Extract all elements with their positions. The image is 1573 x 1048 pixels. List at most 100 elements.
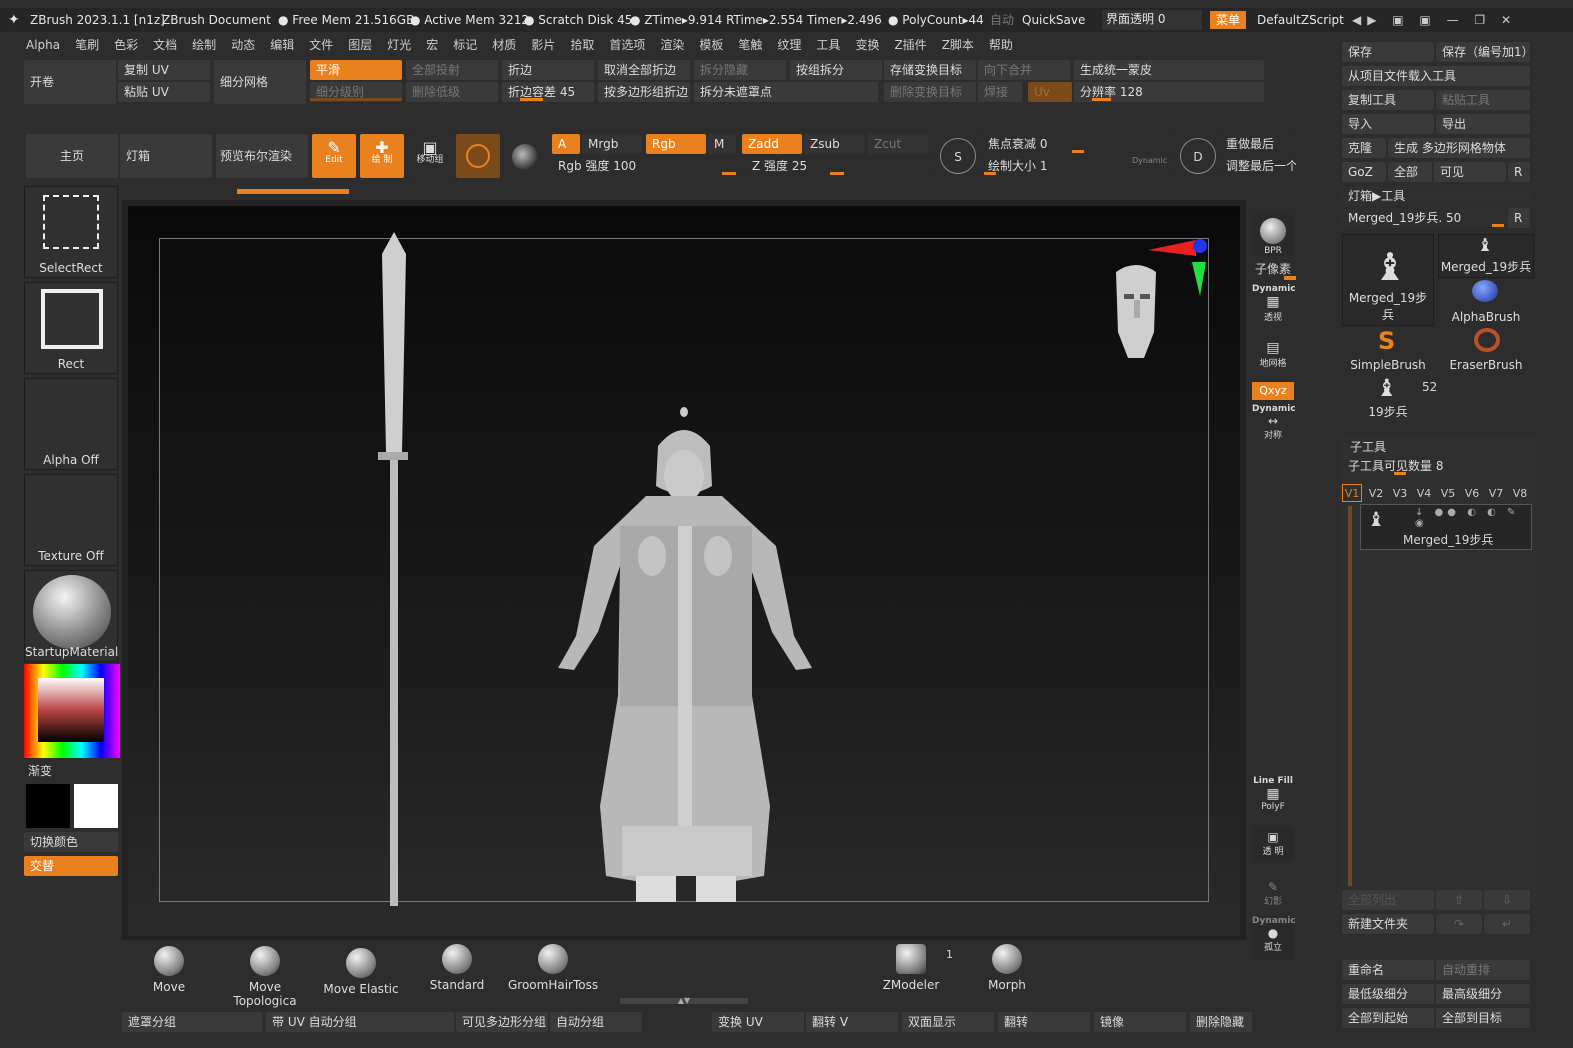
menu-item[interactable]: 纹理 [777,35,801,55]
quicksave-button[interactable]: QuickSave [1022,8,1085,32]
visible-polygroups-button[interactable]: 可见多边形分组 [456,1012,548,1032]
menu-item[interactable]: Alpha [26,35,60,55]
menu-item[interactable]: Z脚本 [942,35,974,55]
rect-tool[interactable]: Rect [24,282,118,374]
copy-tool-button[interactable]: 复制工具 [1342,90,1434,110]
subdivide-mesh-button[interactable]: 细分网格 [214,60,306,104]
unify-skin-button[interactable]: 生成统一蒙皮 [1074,60,1264,80]
select-rect-tool[interactable]: SelectRect [24,186,118,278]
smooth-toggle[interactable]: 平滑 [310,60,402,80]
tool-thumb[interactable]: ♝ Merged_19步兵 [1438,234,1534,278]
double-sided-button[interactable]: 双面显示 [902,1012,994,1032]
save-button[interactable]: 保存 [1342,42,1434,62]
redo-last-button[interactable]: 重做最后 [1220,134,1296,154]
export-button[interactable]: 导出 [1436,114,1530,134]
split-unmasked-button[interactable]: 拆分未遮罩点 [694,82,878,102]
vtab-v6[interactable]: V6 [1462,485,1482,503]
highest-subdiv-button[interactable]: 最高级细分 [1436,984,1530,1004]
folder-move-down-button[interactable]: ↵ [1484,914,1530,934]
menu-item[interactable]: 变换 [855,35,879,55]
vtab-v4[interactable]: V4 [1414,485,1434,503]
vtab-v3[interactable]: V3 [1390,485,1410,503]
subdiv-level-slider[interactable]: 细分级别 [310,82,402,102]
solo-button[interactable]: Dynamic ● 孤立 [1252,916,1296,960]
lightbox-tools-button[interactable]: 灯箱▶工具 [1342,186,1530,206]
delete-hidden-button[interactable]: 删除隐藏 [1190,1012,1252,1032]
kaijuan-button[interactable]: 开卷 [24,60,116,104]
rgb-intensity-slider[interactable]: Rgb 强度 100 [552,156,742,176]
ghost-button[interactable]: ✎ 幻影 [1252,876,1294,912]
tool-thumb[interactable]: AlphaBrush [1438,280,1534,326]
interface-transparency-slider[interactable]: 界面透明 0 [1102,10,1202,30]
canvas[interactable] [128,206,1240,936]
project-all-button[interactable]: 全部投射 [406,60,498,80]
bpr-button[interactable]: BPR [1252,214,1294,256]
weld-button[interactable]: 焊接 [978,82,1022,102]
goz-button[interactable]: GoZ [1342,162,1386,182]
material-tile[interactable]: StartupMaterial [24,570,118,662]
import-button[interactable]: 导入 [1342,114,1434,134]
menu-item[interactable]: 标记 [453,35,477,55]
color-swirl-button[interactable] [506,138,542,174]
menu-item[interactable]: 灯光 [387,35,411,55]
shelf-handle-icon[interactable]: ▲▼ [620,997,748,1005]
make-polymesh-button[interactable]: 生成 多边形网格物体 [1388,138,1530,158]
edit-mode-button[interactable]: ✎ Edit [312,134,356,178]
brush-zmodeler[interactable]: ZModeler [866,944,956,992]
menu-item[interactable]: 文件 [309,35,333,55]
folder-move-up-button[interactable]: ↷ [1436,914,1482,934]
merge-down-button[interactable]: 向下合并 [978,60,1070,80]
xyz-button[interactable]: Qxyz [1252,382,1294,400]
vtab-v2[interactable]: V2 [1366,485,1386,503]
flip-button[interactable]: 翻转 [998,1012,1090,1032]
linefill-button[interactable]: Line Fill ▦ PolyF [1252,776,1294,816]
auto-reorder-button[interactable]: 自动重排 [1436,960,1530,980]
alpha-off-tile[interactable]: Alpha Off [24,378,118,470]
auto-groups-button[interactable]: 自动分组 [550,1012,642,1032]
menu-item[interactable]: 帮助 [989,35,1013,55]
window-controls[interactable]: ◀▶ ▣ ▣ — ❐ ✕ [1352,8,1517,32]
gradient-label[interactable]: 渐变 [28,762,52,779]
delete-lower-button[interactable]: 删除低级 [406,82,498,102]
material-sphere-button[interactable] [456,134,500,178]
list-all-button[interactable]: 全部列出 [1342,890,1434,910]
menu-item[interactable]: 材质 [492,35,516,55]
menu-item[interactable]: 色彩 [114,35,138,55]
menu-item[interactable]: 文档 [153,35,177,55]
lowest-subdiv-button[interactable]: 最低级细分 [1342,984,1434,1004]
alternate-button[interactable]: 交替 [24,856,118,876]
menu-item[interactable]: 拾取 [570,35,594,55]
paste-uv-button[interactable]: 粘贴 UV [118,82,210,102]
mask-groups-button[interactable]: 遮罩分组 [122,1012,262,1032]
menu-item[interactable]: 绘制 [192,35,216,55]
move-down-button[interactable]: ⇩ [1484,890,1530,910]
current-tool-r-button[interactable]: R [1508,208,1530,228]
zadd-toggle[interactable]: Zadd [742,134,802,154]
tool-thumb[interactable]: ♝ Merged_19步兵 [1342,234,1434,326]
new-folder-button[interactable]: 新建文件夹 [1342,914,1434,934]
load-from-project-button[interactable]: 从项目文件载入工具 [1342,66,1530,86]
m-toggle[interactable]: M [708,134,736,154]
secondary-color-swatch[interactable] [74,784,118,828]
menu-item[interactable]: 动态 [231,35,255,55]
symmetry-button[interactable]: Dynamic ↔ 对称 [1252,404,1296,442]
resolution-slider[interactable]: 分辨率 128 [1074,82,1264,102]
subtool-visible-count-slider[interactable]: 子工具可见数量 8 [1342,456,1530,476]
stroke-s-button[interactable]: S [940,138,976,174]
focal-shift-slider[interactable]: 焦点衰减 0 [982,134,1170,154]
all-to-target-button[interactable]: 全部到目标 [1436,1008,1530,1028]
floor-button[interactable]: ▤ 地网格 [1252,334,1294,370]
subtool-list-item[interactable]: ♝ ↓ ●● ◐ ◐ ✎ ◉ Merged_19步兵 [1360,504,1532,550]
stroke-d-button[interactable]: D [1180,138,1216,174]
texture-off-tile[interactable]: Texture Off [24,474,118,566]
save-increment-button[interactable]: 保存（编号加1） [1436,42,1530,62]
lightbox-button[interactable]: 灯箱 [120,134,212,178]
delete-morph-button[interactable]: 删除变换目标 [884,82,976,102]
goz-visible-button[interactable]: 可见 [1434,162,1506,182]
menu-item[interactable]: 宏 [426,35,438,55]
menu-item[interactable]: Z插件 [894,35,926,55]
store-morph-button[interactable]: 存储变换目标 [884,60,976,80]
flip-uv-button[interactable]: 变换 UV [712,1012,804,1032]
mrgb-toggle[interactable]: Mrgb [582,134,642,154]
brush-morph[interactable]: Morph [962,944,1052,992]
